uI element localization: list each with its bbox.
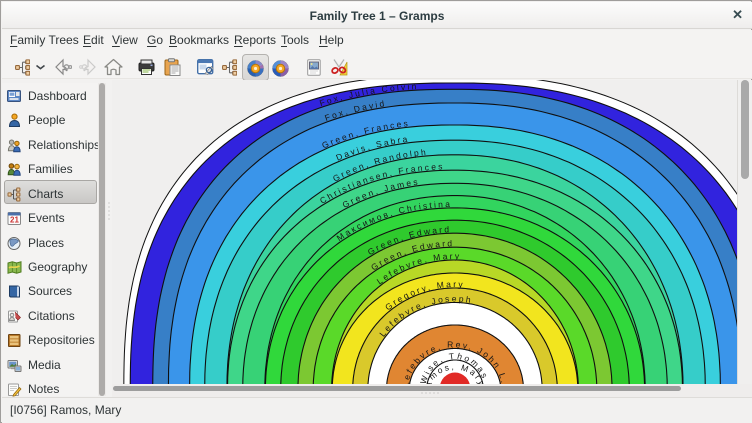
svg-text:21: 21 (10, 216, 19, 225)
